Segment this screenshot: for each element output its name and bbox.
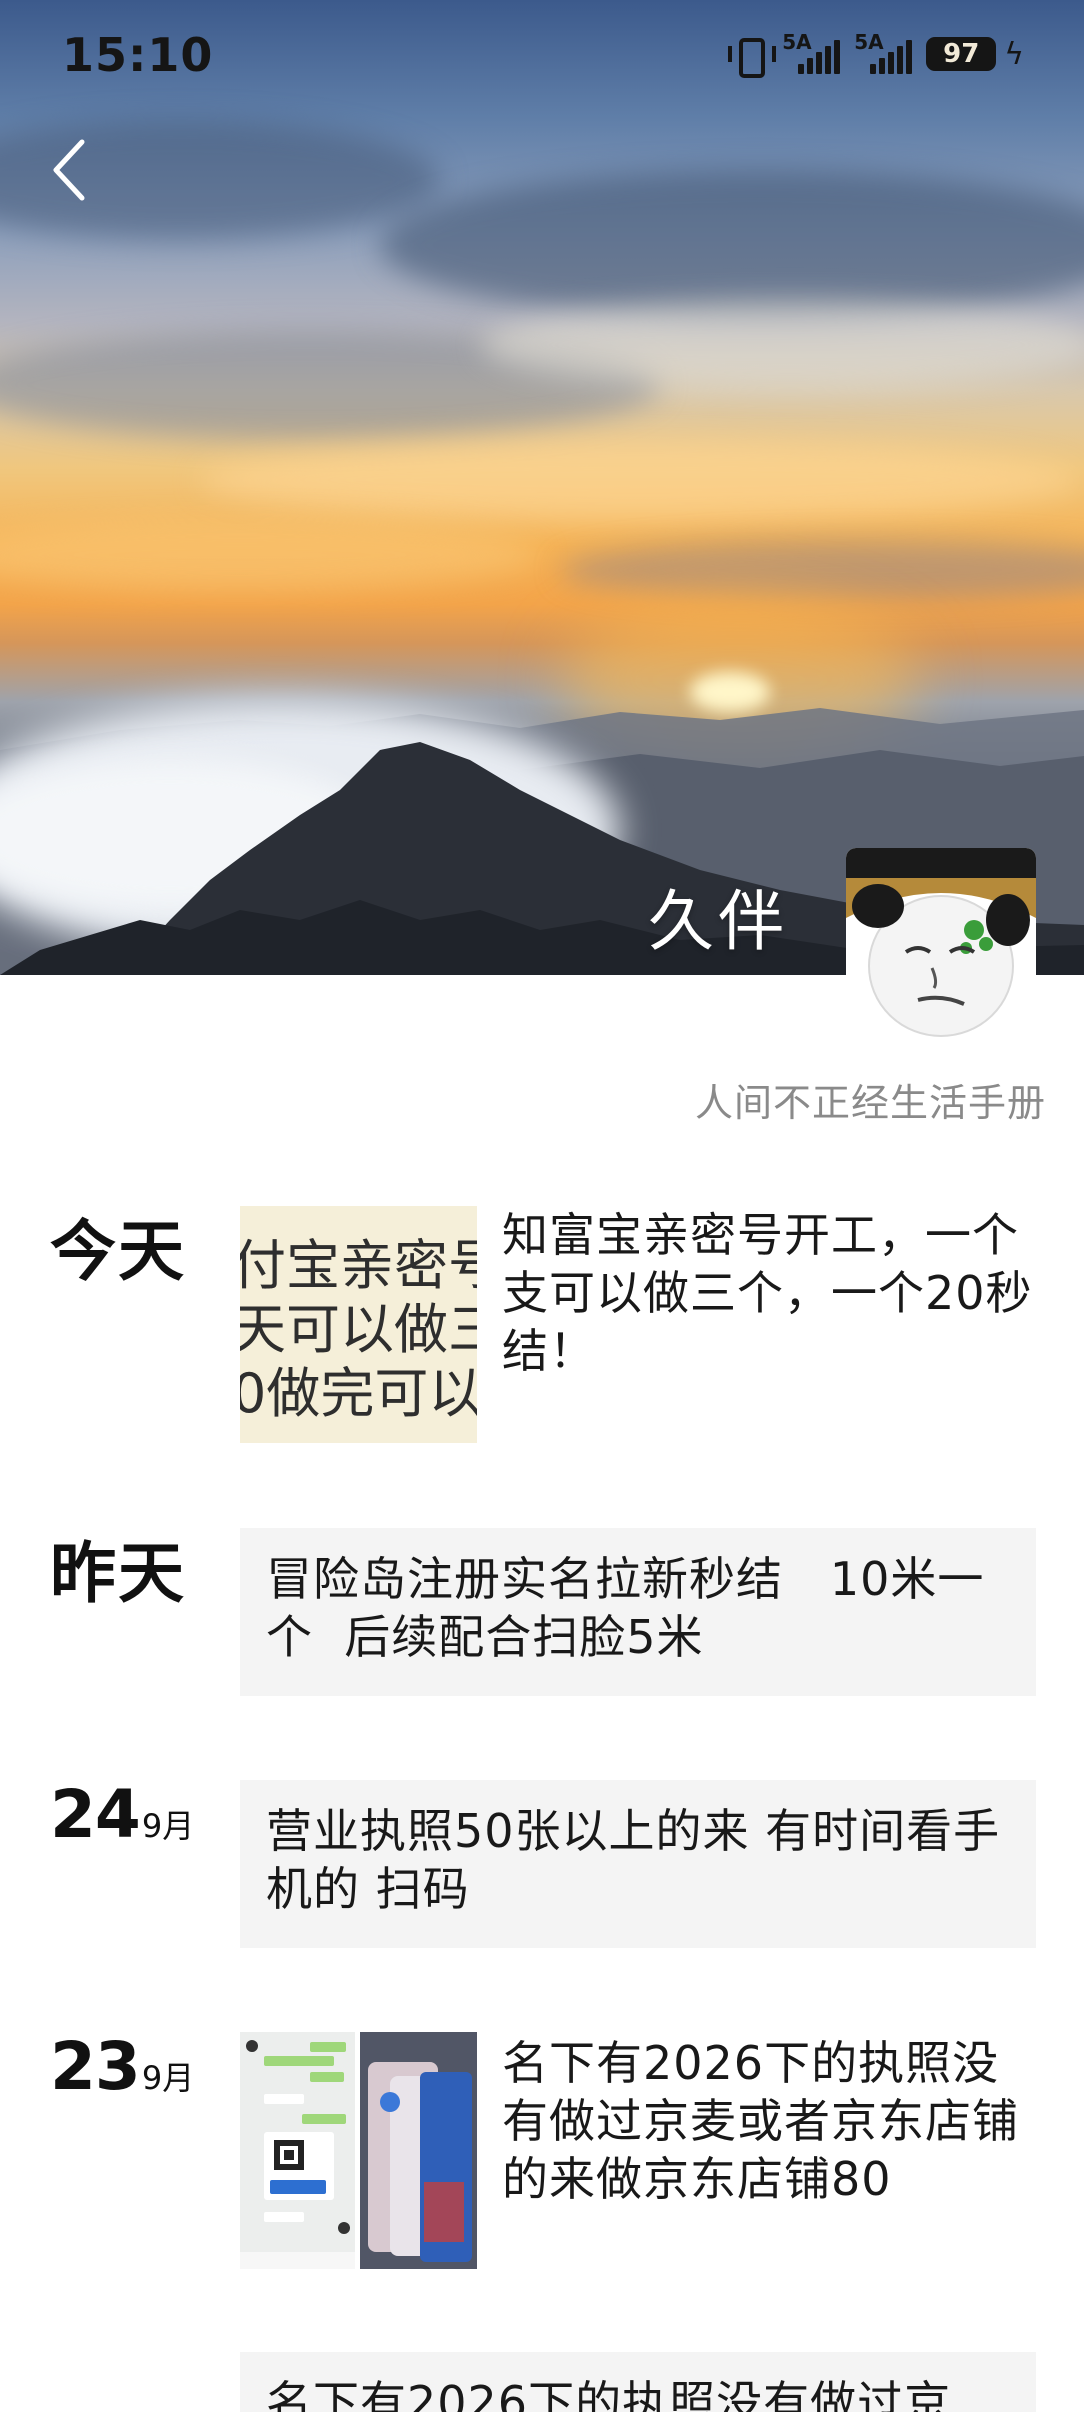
post-card[interactable]: 冒险岛注册实名拉新秒结 10米一个 后续配合扫脸5米: [240, 1528, 1036, 1696]
post-text: 名下有2026下的执照没有做过京: [266, 2376, 952, 2412]
post-text: 营业执照50张以上的来 有时间看手机的 扫码: [266, 1804, 1001, 1916]
thumbnail-text-line: 天可以做三: [240, 1298, 477, 1361]
post-text[interactable]: 名下有2026下的执照没有做过京麦或者京东店铺的来做京东店铺80: [502, 2034, 1042, 2208]
post-card[interactable]: 营业执照50张以上的来 有时间看手机的 扫码: [240, 1780, 1036, 1948]
signal-strength-icon: 5A: [782, 30, 841, 74]
status-time: 15:10: [62, 28, 214, 82]
profile-signature: 人间不正经生活手册: [694, 1081, 1046, 1125]
date-label: 239月: [50, 2028, 194, 2105]
date-month: 9月: [141, 2059, 195, 2097]
thumbnail-text-line: 0做完可以: [240, 1362, 477, 1425]
date-month: 9月: [141, 1807, 195, 1845]
cover-image[interactable]: 15:10 5A 5A 97 ϟ 久伴: [0, 0, 1084, 975]
back-button[interactable]: [44, 134, 94, 206]
bolt-icon: ϟ: [1004, 36, 1024, 72]
signal-strength-icon: 5A: [854, 30, 913, 74]
battery-indicator: 97: [926, 37, 997, 71]
date-label: 昨天: [50, 1535, 186, 1612]
chevron-left-icon: [53, 139, 85, 201]
status-icons: 5A 5A 97 ϟ: [728, 30, 1024, 78]
date-label: 249月: [50, 1776, 194, 1853]
signal-network-tag: 5A: [854, 30, 884, 54]
vibrate-icon: [728, 36, 777, 78]
post-text: 冒险岛注册实名拉新秒结 10米一个 后续配合扫脸5米: [266, 1552, 985, 1664]
signal-network-tag: 5A: [782, 30, 812, 54]
post-thumbnail[interactable]: 付宝亲密号 天可以做三 0做完可以: [240, 1206, 477, 1443]
date-label: 今天: [50, 1213, 186, 1290]
avatar[interactable]: [846, 848, 1036, 1038]
profile-nickname: 久伴: [648, 883, 788, 960]
post-text[interactable]: 知富宝亲密号开工，一个支可以做三个，一个20秒结！: [502, 1206, 1042, 1380]
post-thumbnail[interactable]: [240, 2032, 355, 2269]
post-thumbnail[interactable]: [360, 2032, 477, 2269]
thumbnail-text-line: 付宝亲密号: [240, 1234, 477, 1297]
date-day: 23: [50, 2028, 141, 2105]
post-card[interactable]: 名下有2026下的执照没有做过京: [240, 2352, 1036, 2412]
date-day: 24: [50, 1776, 141, 1853]
